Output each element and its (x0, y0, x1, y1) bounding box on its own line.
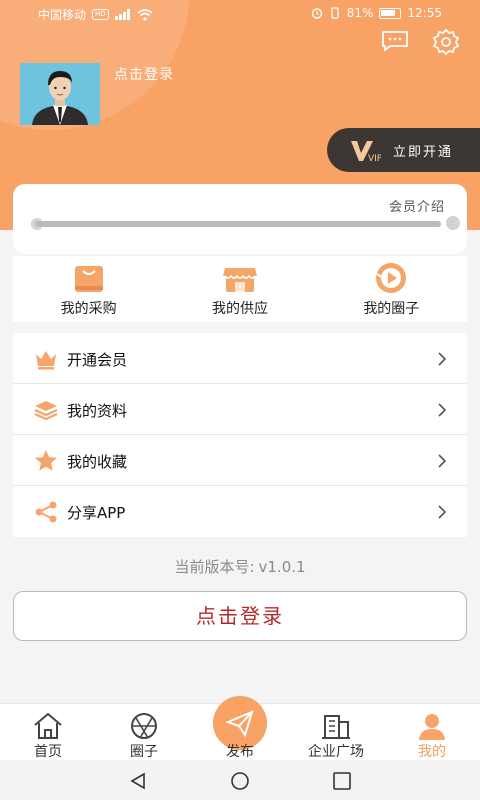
tab-mine[interactable]: 我的 (384, 704, 480, 760)
star-icon (35, 450, 57, 471)
tab-publish[interactable]: 发布 (192, 696, 288, 760)
quick-action-label: 我的采购 (60, 301, 117, 317)
tab-circles[interactable]: 圈子 (96, 704, 192, 760)
tab-home[interactable]: 首页 (0, 704, 96, 760)
chevron-right-icon (438, 403, 447, 417)
quick-action-supply[interactable]: 我的供应 (164, 256, 315, 322)
aperture-icon (131, 713, 157, 739)
alarm-icon (311, 8, 322, 19)
vip-badge-icon: VIP (351, 141, 381, 163)
home-icon (34, 712, 62, 739)
tab-label: 首页 (34, 744, 62, 760)
home-nav-icon[interactable] (230, 771, 250, 791)
login-button[interactable]: 点击登录 (13, 591, 467, 641)
chevron-right-icon (438, 454, 447, 468)
status-bar: 中国移动 HD 81% 12:55 (0, 0, 480, 26)
recents-icon[interactable] (332, 771, 352, 791)
layers-icon (34, 401, 58, 421)
back-icon[interactable] (128, 771, 148, 791)
shopping-bag-icon (74, 266, 103, 292)
circle-play-icon (376, 263, 407, 293)
message-icon[interactable] (381, 31, 409, 51)
battery-icon (379, 7, 402, 19)
menu-item-label: 开通会员 (67, 351, 128, 369)
quick-action-purchase[interactable]: 我的采购 (13, 256, 164, 322)
bottom-tab-bar: 首页 圈子 发布 企业广场 我的 (0, 696, 480, 760)
chevron-right-icon (438, 505, 447, 519)
tab-label: 发布 (226, 744, 254, 760)
system-nav-bar (0, 760, 480, 800)
login-prompt[interactable]: 点击登录 (114, 64, 174, 84)
version-label: 当前版本号: (174, 558, 255, 576)
vip-badge-text: VIP (368, 154, 381, 163)
menu-item-label: 我的收藏 (67, 453, 128, 471)
member-progress-bar (35, 221, 441, 227)
vip-activate-label: 立即开通 (393, 145, 454, 160)
user-icon (419, 714, 445, 740)
tab-label: 我的 (418, 744, 446, 760)
share-icon (35, 501, 57, 523)
menu-item-membership[interactable]: 开通会员 (13, 333, 467, 384)
menu-item-share[interactable]: 分享APP (13, 486, 467, 537)
progress-end-marker (446, 216, 460, 230)
signal-icon (114, 9, 130, 20)
quick-action-label: 我的供应 (211, 301, 268, 317)
tab-label: 圈子 (130, 744, 158, 760)
version-number: v1.0.1 (258, 558, 306, 576)
storefront-icon (222, 268, 257, 292)
paper-plane-icon (225, 710, 254, 738)
chevron-right-icon (438, 352, 447, 366)
carrier-label: 中国移动 (38, 8, 87, 22)
tab-label: 企业广场 (308, 744, 364, 760)
battery-percent: 81% (346, 6, 374, 20)
quick-actions: 我的采购 我的供应 我的圈子 (13, 256, 467, 322)
building-icon (322, 715, 350, 739)
vip-activate-button[interactable]: VIP 立即开通 (327, 128, 480, 172)
crown-icon (36, 351, 56, 370)
quick-action-label: 我的圈子 (363, 301, 420, 317)
wifi-icon (137, 8, 153, 21)
member-progress-fill (35, 221, 441, 227)
member-card: 会员介绍 (13, 184, 467, 254)
member-intro-link[interactable]: 会员介绍 (389, 196, 445, 215)
menu-item-favorites[interactable]: 我的收藏 (13, 435, 467, 486)
menu-item-profile[interactable]: 我的资料 (13, 384, 467, 435)
menu-item-label: 我的资料 (67, 402, 128, 420)
clock: 12:55 (407, 6, 442, 20)
vibrate-icon (331, 7, 339, 19)
tab-enterprise[interactable]: 企业广场 (288, 704, 384, 760)
hd-badge: HD (92, 9, 109, 20)
version-info: 当前版本号: v1.0.1 (0, 556, 480, 577)
gear-icon[interactable] (431, 28, 461, 56)
quick-action-circles[interactable]: 我的圈子 (316, 256, 467, 322)
avatar[interactable] (20, 63, 100, 125)
default-avatar-icon (20, 63, 100, 125)
menu-list: 开通会员 我的资料 我的收藏 分享APP (13, 333, 467, 537)
menu-item-label: 分享APP (67, 504, 126, 522)
